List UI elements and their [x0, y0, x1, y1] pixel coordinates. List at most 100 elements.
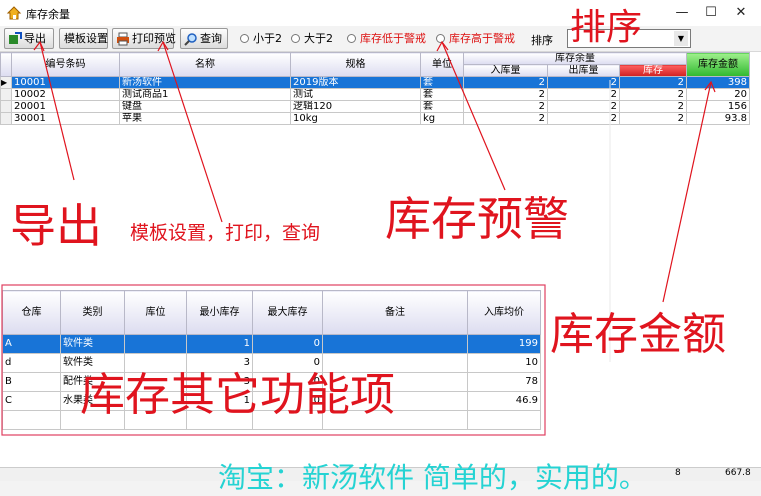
cell[interactable]: 93.8	[686, 112, 750, 125]
cell[interactable]: 键盘	[119, 100, 291, 113]
cell[interactable]: 199	[467, 334, 541, 354]
cell[interactable]: 测试	[290, 88, 421, 101]
home-icon	[6, 6, 22, 20]
cell[interactable]	[467, 410, 541, 430]
export-button[interactable]: 导出	[4, 28, 54, 49]
cell[interactable]: 套	[420, 88, 464, 101]
cell[interactable]: 20001	[11, 100, 120, 113]
col-header-stock[interactable]: 库存	[619, 64, 687, 77]
annotation-other-functions: 库存其它功能项	[80, 368, 396, 421]
cell[interactable]: 2	[463, 76, 548, 89]
table-row[interactable]: A 软件类 1 0 199	[2, 334, 541, 354]
cell[interactable]: A	[2, 334, 61, 354]
query-button[interactable]: 查询	[180, 28, 228, 49]
radio-label: 大于2	[304, 32, 333, 45]
cell[interactable]: 0	[252, 334, 323, 354]
radio-dot	[347, 34, 356, 43]
col-header-unit[interactable]: 单位	[420, 52, 464, 77]
print-preview-label: 打印预览	[132, 32, 176, 45]
cell[interactable]: 2	[547, 76, 620, 89]
cell[interactable]: 2	[547, 112, 620, 125]
radio-dot	[436, 34, 445, 43]
cell[interactable]: kg	[420, 112, 464, 125]
search-icon	[184, 33, 197, 46]
radio-label: 库存低于警戒	[360, 32, 426, 45]
export-label: 导出	[24, 32, 46, 45]
col-header-code[interactable]: 编号条码	[11, 52, 120, 77]
cell[interactable]: 2	[547, 100, 620, 113]
table-row[interactable]: 10002 测试商品1 测试套 2 2 2 20	[0, 88, 750, 101]
cell[interactable]: 2	[463, 88, 548, 101]
cell[interactable]: 10001	[11, 76, 120, 89]
cell[interactable]: 2	[619, 100, 687, 113]
cell[interactable]	[124, 334, 187, 354]
cell[interactable]: d	[2, 353, 61, 373]
cell[interactable]: 2	[463, 112, 548, 125]
row-pointer-icon: ▶	[0, 76, 12, 89]
print-preview-button[interactable]: 打印预览	[112, 28, 176, 49]
cell[interactable]: 156	[686, 100, 750, 113]
cell[interactable]: 2019版本	[290, 76, 421, 89]
col-header-remark[interactable]: 备注	[322, 290, 468, 335]
col-header-location[interactable]: 库位	[124, 290, 187, 335]
col-header-spec[interactable]: 规格	[290, 52, 421, 77]
col-header-category[interactable]: 类别	[60, 290, 125, 335]
cell[interactable]: 10kg	[290, 112, 421, 125]
minimize-button[interactable]: —	[668, 3, 696, 23]
cell[interactable]: 逻辑120	[290, 100, 421, 113]
template-settings-label: 模板设置	[64, 32, 108, 45]
close-button[interactable]: ✕	[727, 3, 755, 23]
annotation-stock-warning: 库存预警	[385, 192, 569, 246]
cell[interactable]	[2, 410, 61, 430]
col-header-stock-amount[interactable]: 库存金额	[686, 52, 750, 77]
col-header-name[interactable]: 名称	[119, 52, 291, 77]
cell[interactable]: 78	[467, 372, 541, 392]
row-gutter	[0, 112, 12, 125]
annotation-template-print-query: 模板设置，打印，查询	[130, 222, 321, 244]
cell[interactable]: 软件类	[60, 334, 125, 354]
radio-less-than-2[interactable]: 小于2	[240, 32, 282, 46]
col-header-out-qty[interactable]: 出库量	[547, 64, 620, 77]
cell[interactable]: C	[2, 391, 61, 411]
cell[interactable]: B	[2, 372, 61, 392]
cell[interactable]: 10	[467, 353, 541, 373]
cell[interactable]: 20	[686, 88, 750, 101]
cell[interactable]: 测试商品1	[119, 88, 291, 101]
inventory-window: 库存余量 — ☐ ✕ 导出 模板设置 打印预览 查询 小于2 大于2 库存低于警…	[0, 0, 761, 496]
annotation-sort: 排序	[570, 7, 643, 48]
printer-icon	[117, 32, 129, 46]
maximize-button[interactable]: ☐	[697, 3, 725, 23]
cell[interactable]: 2	[547, 88, 620, 101]
cell[interactable]: 2	[463, 100, 548, 113]
radio-above-warning[interactable]: 库存高于警戒	[436, 32, 515, 46]
radio-dot	[240, 34, 249, 43]
col-header-max-stock[interactable]: 最大库存	[252, 290, 323, 335]
table-row[interactable]: 30001 苹果 10kg kg 2 2 2 93.8	[0, 112, 750, 125]
col-header-in-qty[interactable]: 入库量	[463, 64, 548, 77]
col-header-min-stock[interactable]: 最小库存	[186, 290, 253, 335]
row-gutter-header	[0, 52, 12, 77]
cell[interactable]: 10002	[11, 88, 120, 101]
cell[interactable]: 套	[420, 100, 464, 113]
cell[interactable]: 苹果	[119, 112, 291, 125]
cell[interactable]: 46.9	[467, 391, 541, 411]
cell[interactable]: 398	[686, 76, 750, 89]
radio-below-warning[interactable]: 库存低于警戒	[347, 32, 426, 46]
radio-dot	[291, 34, 300, 43]
cell[interactable]: 1	[186, 334, 253, 354]
cell[interactable]	[322, 334, 468, 354]
table-row[interactable]: 20001 键盘 逻辑120 套 2 2 2 156	[0, 100, 750, 113]
cell[interactable]: 新汤软件	[119, 76, 291, 89]
cell[interactable]: 2	[619, 88, 687, 101]
cell[interactable]: 套	[420, 76, 464, 89]
col-header-avg-price[interactable]: 入库均价	[467, 290, 541, 335]
cell[interactable]: 2	[619, 76, 687, 89]
cell[interactable]: 30001	[11, 112, 120, 125]
table-row[interactable]: ▶ 10001 新汤软件 2019版本套 2 2 2 398	[0, 76, 750, 89]
radio-greater-than-2[interactable]: 大于2	[291, 32, 333, 46]
chevron-down-icon[interactable]: ▼	[674, 31, 688, 46]
window-title: 库存余量	[26, 8, 70, 21]
template-settings-button[interactable]: 模板设置	[59, 28, 108, 49]
cell[interactable]: 2	[619, 112, 687, 125]
col-header-warehouse[interactable]: 仓库	[2, 290, 61, 335]
